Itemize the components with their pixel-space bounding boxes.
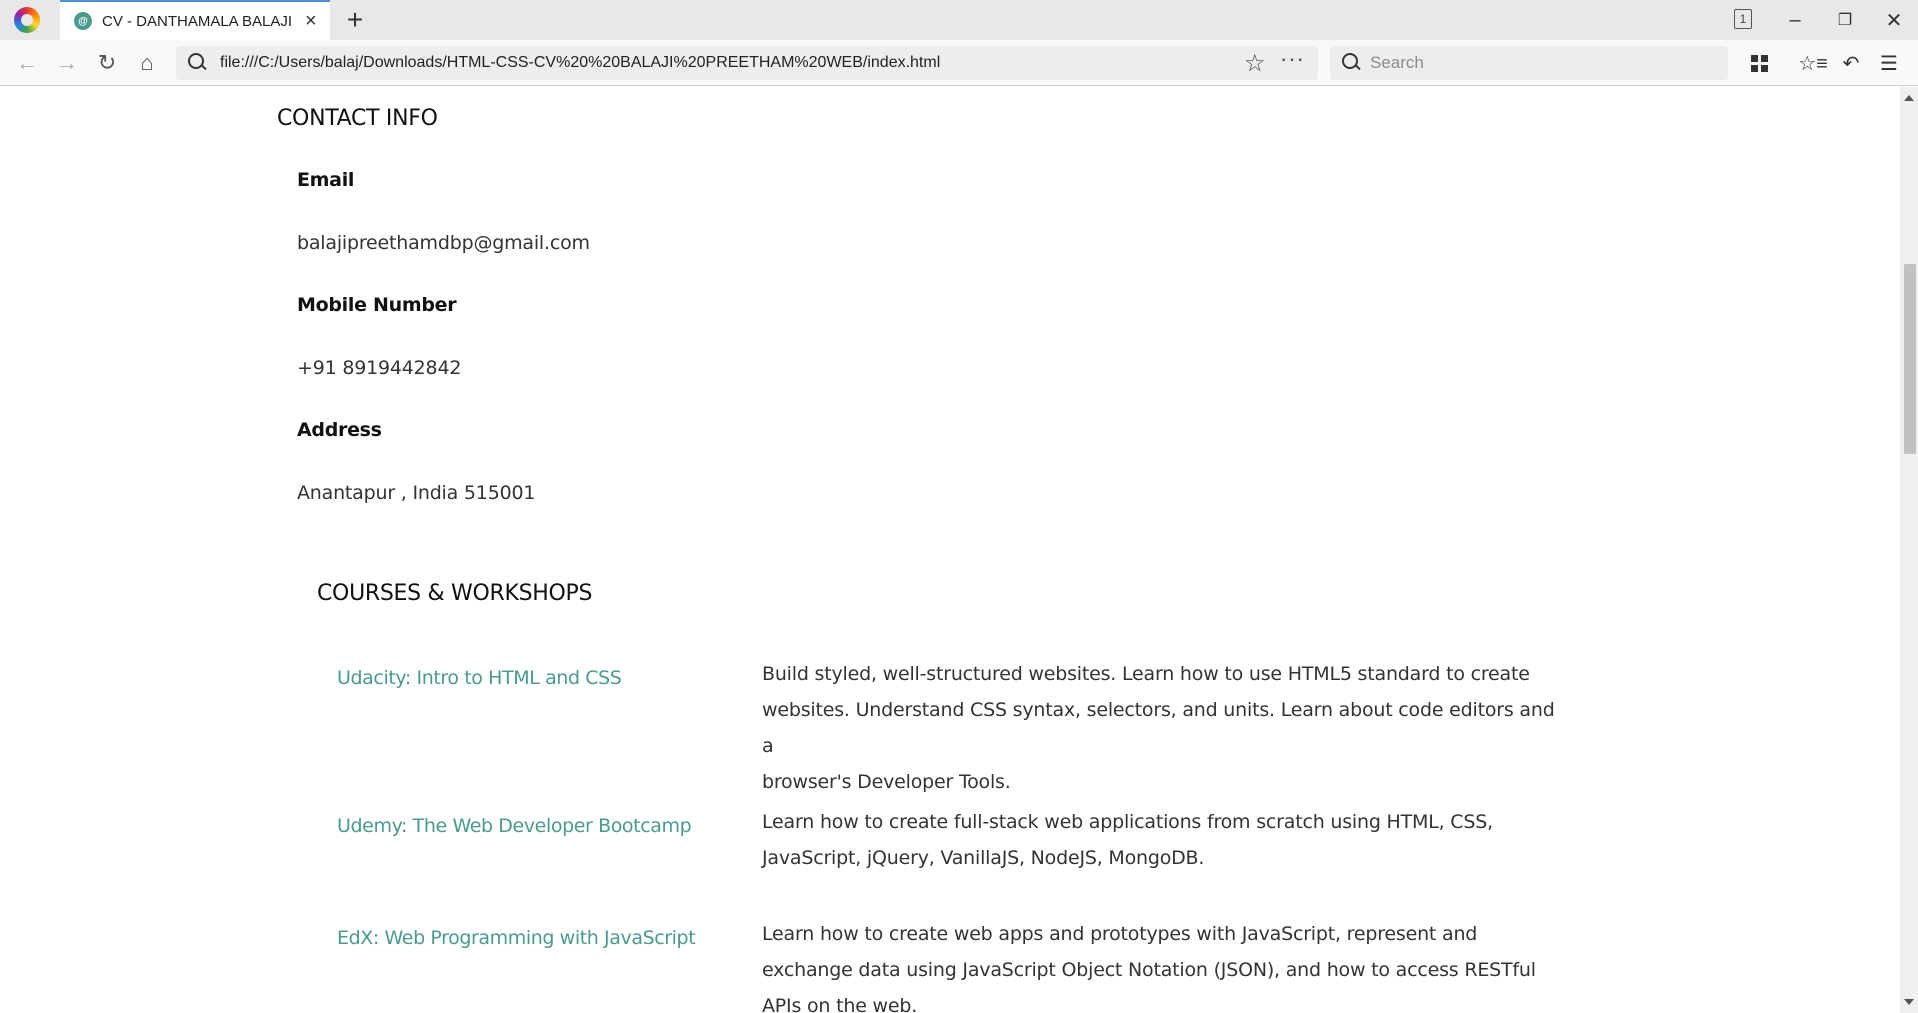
search-icon <box>188 53 206 71</box>
tab-counter-icon[interactable]: 1 <box>1734 9 1752 29</box>
course-desc-line: browser's Developer Tools. <box>762 771 1011 793</box>
course-desc-line: websites. Understand CSS syntax, selecto… <box>762 699 1555 757</box>
reload-button[interactable]: ↻ <box>92 48 122 78</box>
course-desc-line: Build styled, well-structured websites. … <box>762 663 1530 685</box>
course-link-edx[interactable]: EdX: Web Programming with JavaScript <box>337 927 696 949</box>
courses-section-title: COURSES & WORKSHOPS <box>317 581 593 606</box>
close-window-button[interactable]: ✕ <box>1874 4 1914 36</box>
home-button[interactable]: ⌂ <box>132 48 162 78</box>
email-label: Email <box>297 169 355 191</box>
favicon-icon: @ <box>74 12 92 30</box>
library-grid-icon <box>1750 54 1768 72</box>
bookmarks-menu-button[interactable]: ☆≡ <box>1798 48 1828 78</box>
course-desc-line: Learn how to create web apps and prototy… <box>762 923 1478 945</box>
search-icon <box>1342 53 1360 71</box>
course-link-udacity[interactable]: Udacity: Intro to HTML and CSS <box>337 667 622 689</box>
reload-icon: ↻ <box>97 50 117 75</box>
restore-button[interactable]: ❐ <box>1825 4 1865 36</box>
mobile-value: +91 8919442842 <box>297 357 462 379</box>
tab-close-icon[interactable]: × <box>305 10 317 33</box>
course-desc-edx: Learn how to create web apps and prototy… <box>762 916 1562 1013</box>
page-scrollbar[interactable] <box>1900 87 1918 1013</box>
back-button[interactable]: ← <box>12 48 42 78</box>
address-label: Address <box>297 419 382 441</box>
nav-toolbar: ← → ↻ ⌂ file:///C:/Users/balaj/Downloads… <box>0 40 1918 86</box>
arrow-right-icon: → <box>56 50 78 75</box>
undo-button[interactable]: ↶ <box>1836 48 1866 78</box>
contact-section-title: CONTACT INFO <box>277 106 438 131</box>
undo-icon: ↶ <box>1842 52 1860 75</box>
email-value: balajipreethamdbp@gmail.com <box>297 232 590 254</box>
course-desc-udacity: Build styled, well-structured websites. … <box>762 656 1562 800</box>
mobile-label: Mobile Number <box>297 294 457 316</box>
browser-logo-icon[interactable] <box>14 7 40 33</box>
home-icon: ⌂ <box>140 50 154 75</box>
tab-active[interactable]: @ CV - DANTHAMALA BALAJI PREETHAM × <box>60 0 330 40</box>
course-desc-line: exchange data using JavaScript Object No… <box>762 959 1536 981</box>
url-text[interactable]: file:///C:/Users/balaj/Downloads/HTML-CS… <box>220 54 940 72</box>
hamburger-icon: ☰ <box>1880 52 1898 75</box>
new-tab-button[interactable]: + <box>340 4 370 36</box>
url-bar[interactable]: file:///C:/Users/balaj/Downloads/HTML-CS… <box>176 46 1318 80</box>
course-desc-line: JavaScript, jQuery, VanillaJS, NodeJS, M… <box>762 847 1205 869</box>
search-input[interactable] <box>1370 50 1710 76</box>
tab-strip: @ CV - DANTHAMALA BALAJI PREETHAM × + 1 … <box>0 0 1918 40</box>
minimize-button[interactable]: – <box>1775 4 1815 36</box>
scroll-up-icon[interactable] <box>1904 95 1914 101</box>
scroll-down-icon[interactable] <box>1904 999 1914 1005</box>
tab-title: CV - DANTHAMALA BALAJI PREETHAM <box>102 12 297 30</box>
search-bar[interactable] <box>1330 46 1728 80</box>
bookmarks-icon: ☆≡ <box>1798 52 1828 75</box>
library-button[interactable] <box>1744 48 1774 78</box>
page-viewport: CONTACT INFO Email balajipreethamdbp@gma… <box>0 87 1900 1013</box>
arrow-left-icon: ← <box>16 50 38 75</box>
scroll-thumb[interactable] <box>1904 264 1916 454</box>
menu-button[interactable]: ☰ <box>1874 48 1904 78</box>
star-icon[interactable]: ☆ <box>1244 49 1266 78</box>
more-dots-icon[interactable]: ··· <box>1280 46 1305 72</box>
course-desc-line: Learn how to create full-stack web appli… <box>762 811 1493 833</box>
course-link-udemy[interactable]: Udemy: The Web Developer Bootcamp <box>337 815 692 837</box>
address-value: Anantapur , India 515001 <box>297 482 536 504</box>
course-desc-udemy: Learn how to create full-stack web appli… <box>762 804 1562 876</box>
course-desc-line: APIs on the web. <box>762 995 918 1013</box>
forward-button[interactable]: → <box>52 48 82 78</box>
